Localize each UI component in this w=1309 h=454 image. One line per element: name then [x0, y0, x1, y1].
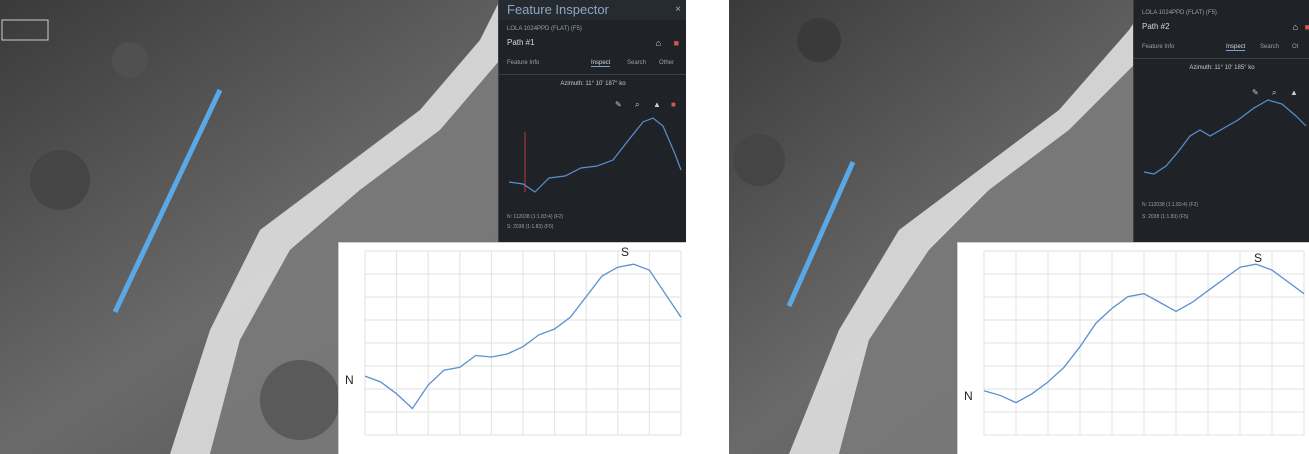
- path-name: Path #1: [507, 38, 535, 47]
- right-map-panel[interactable]: LOLA 1024PPD (FLAT) (F5) Path #2 ⌂ ■ Fea…: [729, 0, 1309, 454]
- feature-inspector: Feature Inspector × LOLA 1024PPD (FLAT) …: [498, 0, 686, 242]
- home-icon[interactable]: ⌂: [656, 38, 661, 48]
- tab-search-2[interactable]: Search: [1260, 44, 1279, 50]
- profile-svg: [364, 250, 682, 436]
- profile-north-label: N: [345, 373, 354, 387]
- legend-row-1: N: 112038 (1:1.83:4) (F2): [507, 214, 564, 220]
- tab-inspect-2[interactable]: Inspect: [1226, 44, 1246, 51]
- elevation-profile-chart-2: N S: [957, 242, 1309, 454]
- legend-row-2: S: 2038 (1:1.83) (F5): [507, 224, 554, 230]
- pencil-icon[interactable]: ✎: [615, 100, 622, 109]
- legend-row-2-2: S: 2038 (1:1.83) (F5): [1142, 214, 1189, 220]
- delete-icon[interactable]: ■: [674, 38, 679, 48]
- tab-other[interactable]: Other: [659, 60, 674, 66]
- tab-feature-info-2[interactable]: Feature Info: [1142, 44, 1174, 50]
- azimuth-readout: Azimuth: 11° 10′ 187° ko: [560, 81, 626, 87]
- profile-south-label-2: S: [1254, 251, 1263, 265]
- path-row-2[interactable]: Path #2 ⌂ ■: [1134, 18, 1309, 40]
- tab-other-2[interactable]: Ot: [1292, 44, 1298, 50]
- profile-north-label-2: N: [964, 389, 973, 403]
- path-row[interactable]: Path #1 ⌂ ■: [499, 34, 686, 56]
- azimuth-readout-2: Azimuth: 11° 10′ 185° ko: [1189, 65, 1255, 71]
- profile-south-label: S: [621, 245, 630, 259]
- inspector-title: Feature Inspector: [507, 2, 609, 17]
- tab-feature-info[interactable]: Feature Info: [507, 60, 539, 66]
- warning-icon[interactable]: ▲: [653, 100, 661, 109]
- feature-inspector-2: LOLA 1024PPD (FLAT) (F5) Path #2 ⌂ ■ Fea…: [1133, 0, 1309, 242]
- trash-icon[interactable]: ■: [671, 100, 676, 109]
- path-name-2: Path #2: [1142, 22, 1170, 31]
- home-icon-2[interactable]: ⌂: [1293, 22, 1298, 32]
- left-map-panel[interactable]: Feature Inspector × LOLA 1024PPD (FLAT) …: [0, 0, 686, 454]
- inspector-tabs: Feature Info Inspect Search Other: [499, 56, 686, 75]
- layer-name-2: LOLA 1024PPD (FLAT) (F5): [1142, 10, 1217, 16]
- tab-inspect[interactable]: Inspect: [591, 60, 611, 67]
- tab-search[interactable]: Search: [627, 60, 646, 66]
- elevation-profile-chart: N S: [338, 242, 686, 454]
- inspector-tabs-2: Feature Info Inspect Search Ot: [1134, 40, 1309, 59]
- legend-row-1-2: N: 112038 (1:1.83:4) (F2): [1142, 202, 1199, 208]
- delete-icon-2[interactable]: ■: [1305, 22, 1309, 32]
- mini-profile-chart: [508, 117, 682, 193]
- mini-profile-chart-2: [1143, 99, 1307, 175]
- search-icon[interactable]: ⌕: [635, 100, 639, 110]
- layer-name: LOLA 1024PPD (FLAT) (F5): [507, 26, 582, 32]
- inspector-title-bar: Feature Inspector ×: [499, 0, 686, 20]
- profile-svg-2: [983, 250, 1305, 436]
- close-icon[interactable]: ×: [675, 0, 681, 20]
